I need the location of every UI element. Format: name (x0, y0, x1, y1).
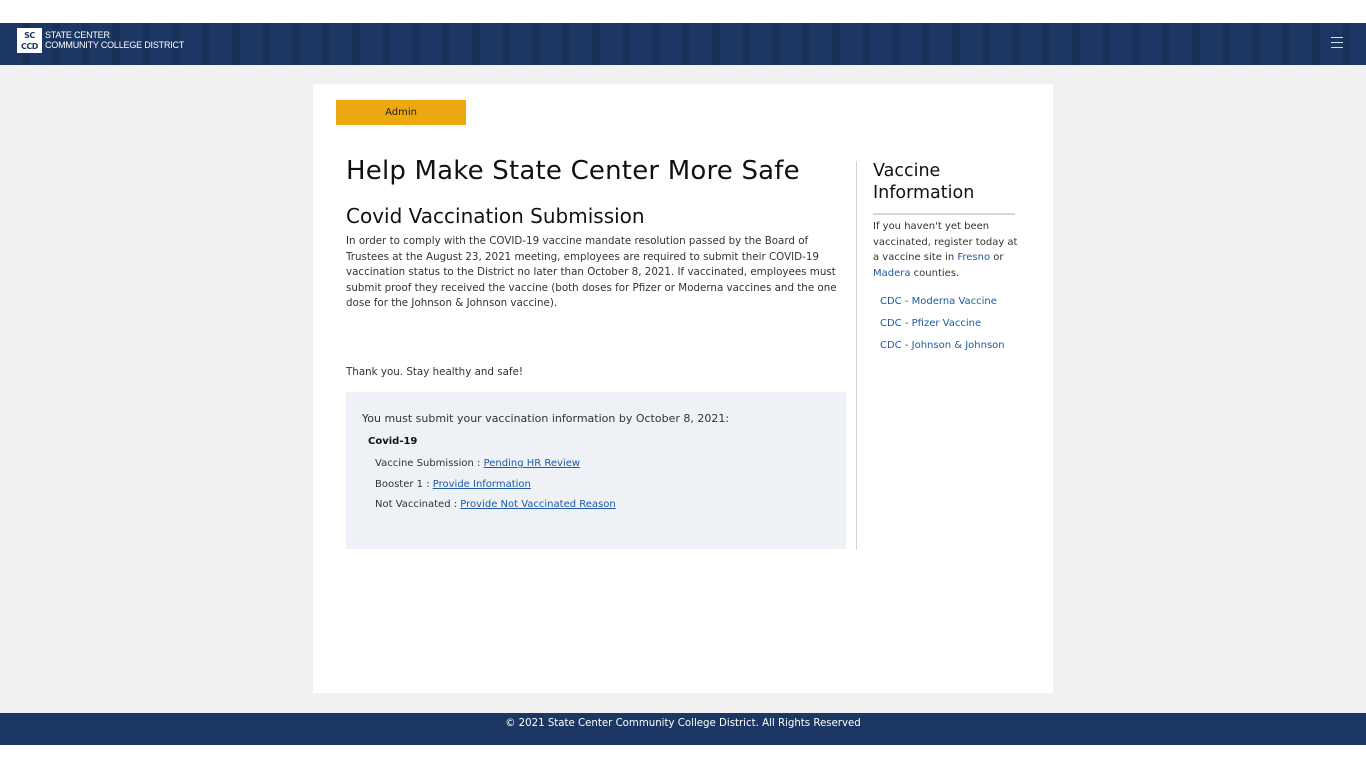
status-row-label: Not Vaccinated : (375, 499, 461, 510)
status-row-not-vaccinated: Not Vaccinated : Provide Not Vaccinated … (375, 499, 616, 510)
logo-text-line2: Community College District (45, 39, 185, 50)
hamburger-icon[interactable] (1331, 37, 1343, 48)
status-row-booster: Booster 1 : Provide Information (375, 479, 531, 490)
menu-bar-3 (1331, 47, 1343, 48)
logo-mark-bottom: CCD (21, 41, 38, 51)
content-card: Admin Help Make State Center More Safe C… (313, 84, 1053, 693)
logo-text: State Center Community College District (45, 30, 185, 50)
intro-paragraph: In order to comply with the COVID-19 vac… (346, 235, 837, 309)
section-subtitle: Covid Vaccination Submission (346, 204, 645, 228)
cdc-moderna-link[interactable]: CDC - Moderna Vaccine (880, 295, 1005, 317)
vaccination-status-box: You must submit your vaccination informa… (346, 392, 846, 549)
sidebar-title: Vaccine Information (873, 160, 1015, 204)
footer-copyright: © 2021 State Center Community College Di… (505, 718, 861, 729)
top-navigation-bar: SC CCD State Center Community College Di… (0, 23, 1366, 65)
madera-link[interactable]: Madera (873, 268, 911, 279)
cdc-johnson-link[interactable]: CDC - Johnson & Johnson (880, 339, 1005, 361)
menu-bar-2 (1331, 42, 1343, 43)
district-logo[interactable]: SC CCD State Center Community College Di… (17, 28, 184, 53)
sidebar-text-after: counties. (910, 267, 960, 279)
logo-mark: SC CCD (17, 28, 42, 53)
status-row-label: Booster 1 : (375, 479, 433, 490)
cdc-pfizer-link[interactable]: CDC - Pfizer Vaccine (880, 317, 1005, 339)
pending-hr-review-link[interactable]: Pending HR Review (484, 458, 580, 469)
provide-information-link[interactable]: Provide Information (433, 479, 531, 490)
status-row-vaccine-submission: Vaccine Submission : Pending HR Review (375, 458, 580, 469)
admin-button[interactable]: Admin (336, 100, 466, 125)
status-group-label: Covid-19 (368, 436, 418, 447)
main-column: Help Make State Center More Safe Covid V… (346, 156, 846, 309)
menu-bar-1 (1331, 37, 1343, 38)
sidebar-text: If you haven't yet been vaccinated, regi… (873, 219, 1021, 281)
sidebar-title-line1: Vaccine (873, 161, 941, 181)
page-title: Help Make State Center More Safe (346, 156, 800, 186)
cdc-links: CDC - Moderna Vaccine CDC - Pfizer Vacci… (880, 295, 1005, 361)
status-heading: You must submit your vaccination informa… (362, 412, 730, 425)
fresno-link[interactable]: Fresno (957, 252, 990, 263)
provide-not-vaccinated-reason-link[interactable]: Provide Not Vaccinated Reason (460, 499, 615, 510)
status-row-label: Vaccine Submission : (375, 458, 484, 469)
column-divider (856, 161, 857, 550)
sidebar-divider (873, 213, 1015, 215)
sidebar: Vaccine Information If you haven't yet b… (873, 160, 1017, 351)
sidebar-title-line2: Information (873, 183, 975, 203)
footer: © 2021 State Center Community College Di… (0, 713, 1366, 745)
sidebar-text-or: or (990, 252, 1004, 263)
logo-mark-top: SC (24, 30, 35, 40)
thanks-text: Thank you. Stay healthy and safe! (346, 366, 523, 378)
